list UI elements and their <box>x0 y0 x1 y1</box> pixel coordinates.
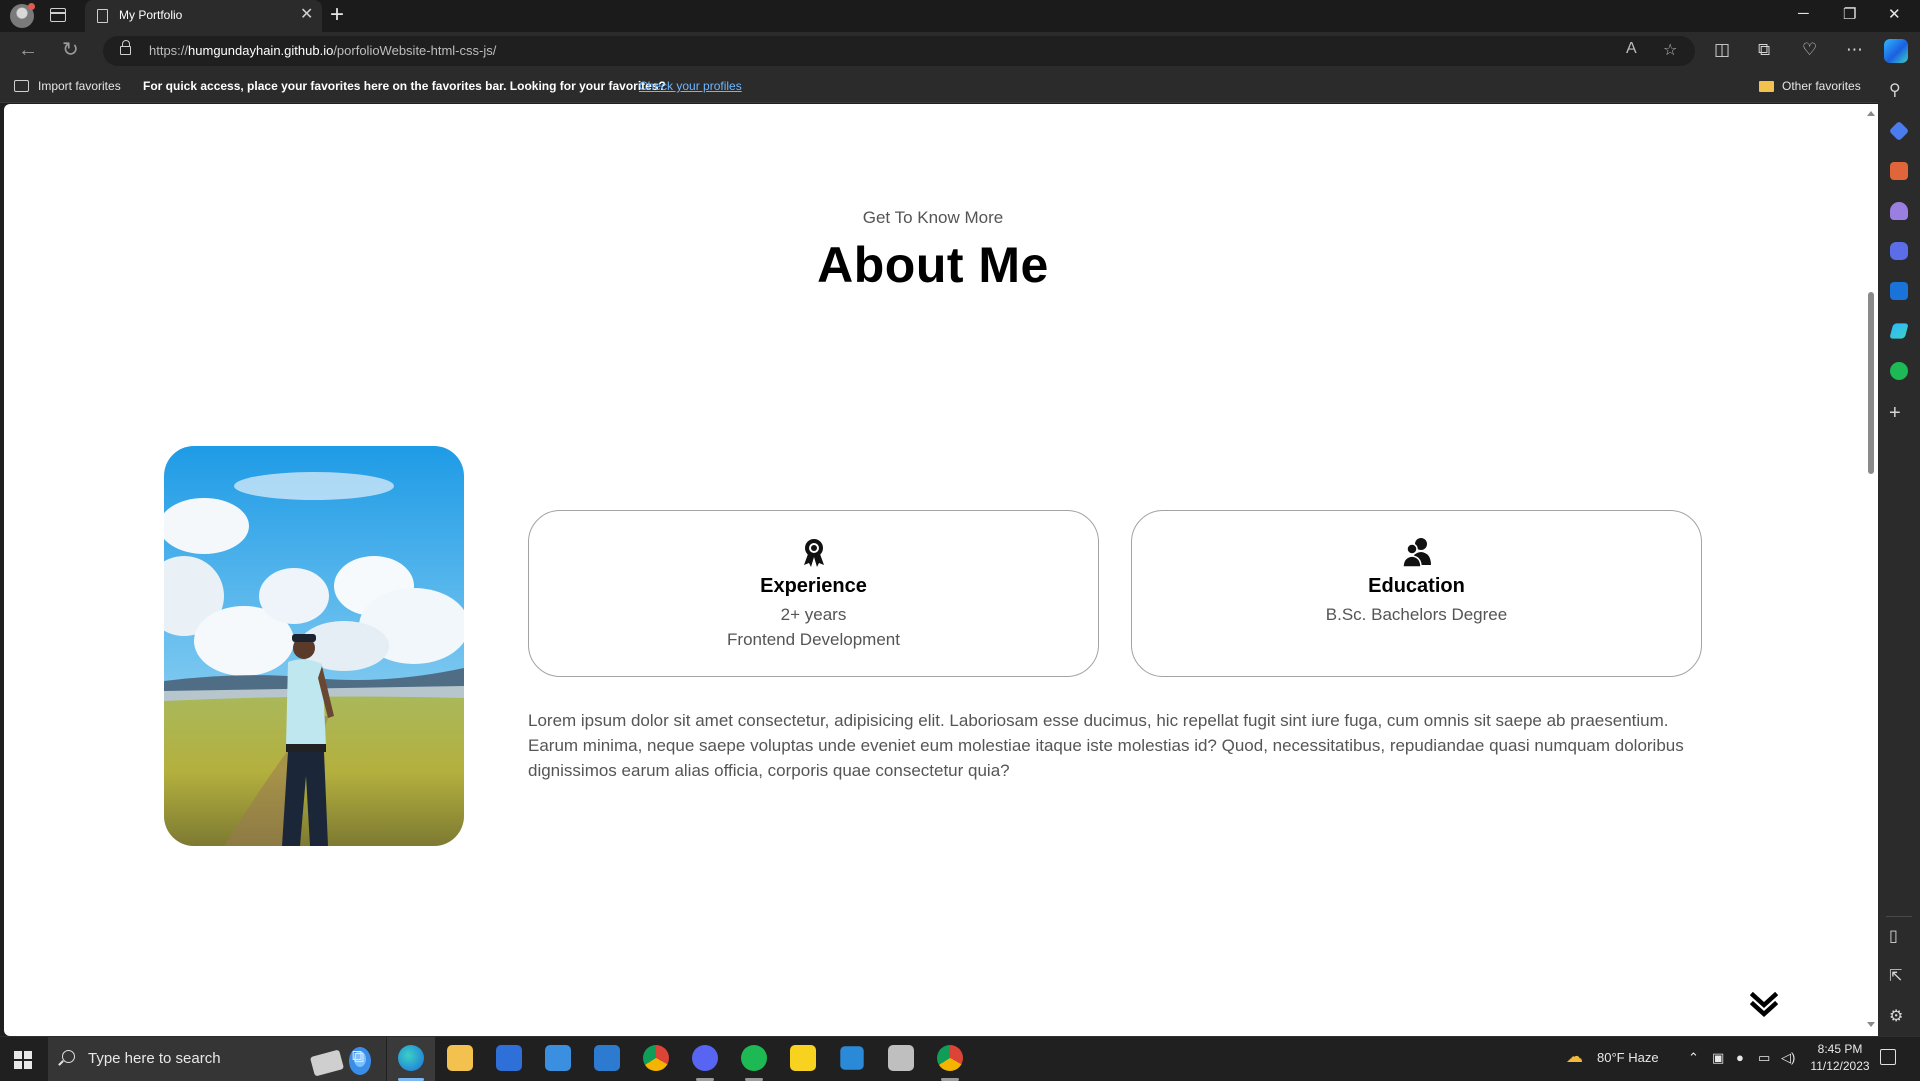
photos-icon[interactable] <box>888 1045 914 1071</box>
experience-field: Frontend Development <box>727 630 900 649</box>
url-text[interactable]: https://humgundayhain.github.io/porfolio… <box>149 43 496 58</box>
address-bar[interactable]: https://humgundayhain.github.io/porfolio… <box>103 36 1695 66</box>
volume-icon[interactable]: ◁) <box>1781 1050 1795 1066</box>
outlook-icon[interactable] <box>1890 282 1908 300</box>
chrome-profile-icon[interactable] <box>937 1045 963 1071</box>
education-degree: B.Sc. Bachelors Degree <box>1325 605 1508 624</box>
show-hidden-icons[interactable]: ⌃ <box>1688 1050 1699 1066</box>
favorites-bar: Import favorites For quick access, place… <box>0 70 1920 103</box>
games-icon[interactable] <box>1890 202 1908 220</box>
experience-card: Experience 2+ years Frontend Development <box>528 510 1099 677</box>
split-screen-icon[interactable]: ◫ <box>1714 40 1730 60</box>
sidebar-separator <box>1886 916 1912 917</box>
restore-icon[interactable]: ❐ <box>1843 5 1856 23</box>
sidebar-search-icon[interactable]: ⚲ <box>1889 82 1901 100</box>
other-favorites-button[interactable]: Other favorites <box>1782 79 1861 93</box>
weather-text[interactable]: 80°F Haze <box>1597 1050 1659 1065</box>
lock-icon[interactable] <box>120 40 131 55</box>
clock-date: 11/12/2023 <box>1810 1059 1870 1073</box>
tab-title: My Portfolio <box>119 8 183 22</box>
back-icon[interactable]: ← <box>18 40 38 60</box>
weather-icon: ☁ <box>1566 1047 1583 1066</box>
windows-start-icon[interactable] <box>14 1051 32 1069</box>
microsoft365-icon[interactable] <box>1890 242 1908 260</box>
spotify-icon[interactable] <box>741 1045 767 1071</box>
plus-icon[interactable]: + <box>330 3 344 27</box>
notification-icon[interactable] <box>1880 1049 1896 1065</box>
taskbar: Type here to search ⧉ ☁ 80°F Haze ⌃ ▣ ● … <box>0 1036 1920 1081</box>
usb-icon[interactable]: ▣ <box>1712 1050 1724 1066</box>
store-icon[interactable] <box>496 1045 522 1071</box>
scrollbar[interactable] <box>1862 104 1878 1036</box>
more-icon[interactable]: ⋯ <box>1846 40 1863 60</box>
clock[interactable]: 8:45 PM 11/12/2023 <box>1800 1041 1880 1075</box>
drop-icon[interactable] <box>1889 323 1909 339</box>
page-viewport: Get To Know More About Me Experience 2+ … <box>4 104 1878 1036</box>
scroll-down-arrow[interactable] <box>1867 1022 1875 1027</box>
edge-icon[interactable] <box>398 1045 424 1071</box>
page-title: About Me <box>817 237 1049 293</box>
page-icon <box>97 9 108 23</box>
shopping-icon[interactable] <box>1888 120 1910 142</box>
minimize-icon[interactable]: ─ <box>1798 5 1809 22</box>
about-paragraph: Lorem ipsum dolor sit amet consectetur, … <box>528 711 1684 780</box>
refresh-icon[interactable]: ↻ <box>62 40 79 60</box>
tab-actions-icon[interactable] <box>50 8 66 22</box>
profile-notification-dot <box>28 3 35 10</box>
check-profiles-link[interactable]: Check your profiles <box>639 79 742 93</box>
task-view-icon[interactable]: ⧉ <box>352 1047 364 1067</box>
folder-icon[interactable] <box>1759 81 1774 92</box>
award-icon <box>803 539 824 567</box>
tab-bar: My Portfolio ✕ + ─ ❐ ✕ <box>0 0 1920 32</box>
vscode-icon[interactable] <box>840 1046 864 1070</box>
edge-sidebar: ⚲ + ▯ ⇱ ⚙ <box>1878 70 1920 1036</box>
experience-years: 2+ years <box>780 605 847 624</box>
star-icon[interactable]: ☆ <box>1663 40 1677 60</box>
spotify-sidebar-icon[interactable] <box>1890 362 1908 380</box>
external-link-icon[interactable]: ⇱ <box>1889 968 1902 986</box>
network-icon[interactable]: ▭ <box>1758 1050 1770 1066</box>
scroll-thumb[interactable] <box>1868 292 1874 474</box>
url-scheme: https:// <box>149 43 189 58</box>
address-bar-row: ← ↻ https://humgundayhain.github.io/porf… <box>0 32 1920 70</box>
hide-sidebar-icon[interactable]: ▯ <box>1889 928 1898 946</box>
education-card: Education B.Sc. Bachelors Degree <box>1131 510 1702 677</box>
discord-icon[interactable] <box>692 1045 718 1071</box>
news-icon[interactable] <box>594 1045 620 1071</box>
taskbar-search[interactable]: Type here to search <box>48 1037 386 1081</box>
browser-essentials-icon[interactable]: ♡ <box>1802 40 1817 60</box>
copilot-icon[interactable] <box>1884 39 1908 63</box>
section-subtitle: Get To Know More <box>862 208 1004 227</box>
import-favorites-button[interactable]: Import favorites <box>38 79 121 93</box>
collections-icon[interactable]: ⧉ <box>1758 40 1770 60</box>
chrome-icon[interactable] <box>643 1045 669 1071</box>
url-path: /porfolioWebsite-html-css-js/ <box>333 43 497 58</box>
search-highlight-icon <box>310 1047 371 1076</box>
url-host: humgundayhain.github.io <box>188 43 334 58</box>
favorites-message: For quick access, place your favorites h… <box>143 79 666 93</box>
read-aloud-icon[interactable]: A <box>1626 40 1637 58</box>
add-sidebar-app-icon[interactable]: + <box>1889 403 1901 423</box>
file-explorer-icon[interactable] <box>447 1045 473 1071</box>
mail-icon[interactable] <box>545 1045 571 1071</box>
microphone-icon[interactable]: ● <box>1736 1050 1744 1065</box>
search-placeholder: Type here to search <box>88 1050 221 1067</box>
scroll-up-arrow[interactable] <box>1867 111 1875 116</box>
tab-my-portfolio[interactable]: My Portfolio ✕ <box>85 0 322 32</box>
close-icon[interactable]: ✕ <box>300 6 313 24</box>
tools-icon[interactable] <box>1890 162 1908 180</box>
window-close-icon[interactable]: ✕ <box>1888 5 1901 23</box>
import-favorites-icon[interactable] <box>14 80 29 92</box>
sticky-notes-icon[interactable] <box>790 1045 816 1071</box>
experience-title: Experience <box>760 575 867 597</box>
sidebar-settings-icon[interactable]: ⚙ <box>1889 1008 1903 1026</box>
double-chevron-down-icon[interactable] <box>1750 992 1778 1018</box>
users-icon <box>1402 538 1431 567</box>
profile-photo <box>164 446 464 846</box>
search-icon <box>62 1050 75 1063</box>
education-title: Education <box>1368 575 1465 597</box>
clock-time: 8:45 PM <box>1817 1042 1863 1056</box>
